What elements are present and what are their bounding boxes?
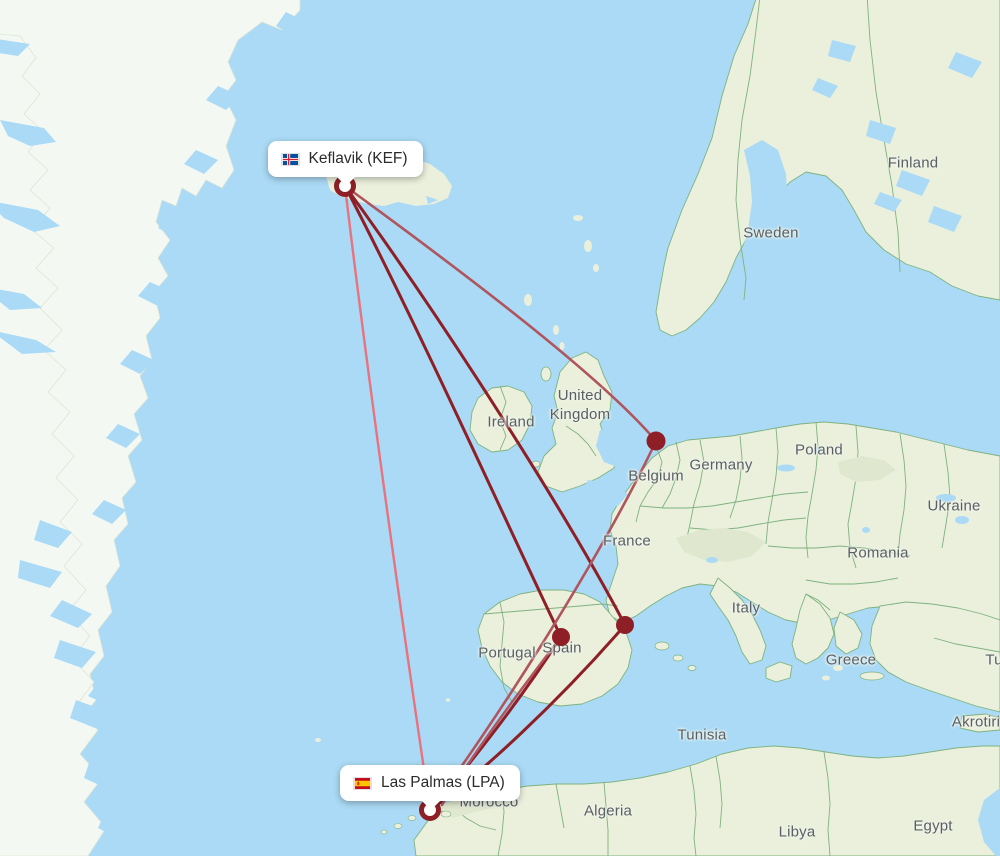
label-united-kingdom: United Kingdom [549,387,611,423]
label-germany: Germany [689,456,753,474]
madrid-stop[interactable] [552,628,570,646]
destination-callout-las-palmas[interactable]: Las Palmas (LPA) [340,765,520,810]
label-akrotiri: Akrotiri [951,713,1000,731]
destination-callout-label: Las Palmas (LPA) [381,774,505,791]
iceland-flag-icon [280,152,300,166]
label-tunisia: Tunisia [677,726,727,744]
label-ukraine: Ukraine [927,497,981,515]
amsterdam-stop[interactable] [646,431,666,451]
label-ireland: Ireland [487,413,535,431]
label-poland: Poland [795,441,843,459]
label-finland: Finland [887,154,939,172]
label-france: France [603,532,651,550]
label-belgium: Belgium [628,467,684,485]
origin-callout-label: Keflavik (KEF) [308,150,408,167]
origin-callout-keflavik[interactable]: Keflavik (KEF) [267,141,423,186]
map-viewport[interactable]: .land{fill:#EAF0DC;stroke:#7FB27F;stroke… [0,0,1000,856]
label-romania: Romania [847,544,909,562]
barcelona-stop[interactable] [616,616,634,634]
label-turkey: Tu [985,651,1000,669]
spain-flag-icon [353,776,372,790]
label-algeria: Algeria [583,802,633,820]
label-sweden: Sweden [743,224,799,242]
label-italy: Italy [731,599,761,617]
label-greece: Greece [825,651,877,669]
label-portugal: Portugal [478,644,536,662]
label-egypt: Egypt [913,817,953,835]
label-libya: Libya [778,823,816,841]
